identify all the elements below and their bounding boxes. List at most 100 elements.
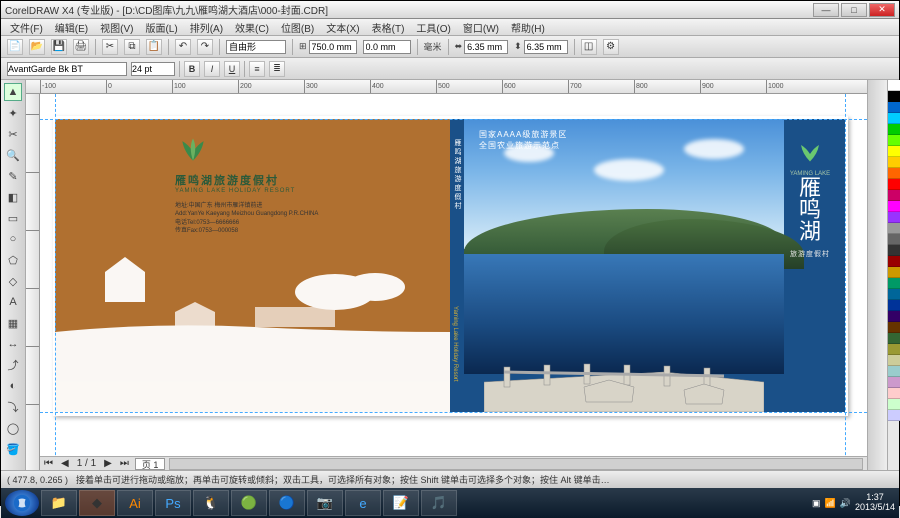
color-swatch[interactable] [888, 168, 900, 179]
task-qq[interactable]: 🐧 [193, 490, 229, 516]
pos-x-field[interactable] [309, 40, 357, 54]
color-swatch[interactable] [888, 135, 900, 146]
save-icon[interactable]: 💾 [51, 39, 67, 55]
menu-view[interactable]: 视图(V) [95, 20, 138, 35]
fill-tool[interactable]: 🪣 [4, 440, 22, 458]
color-swatch[interactable] [888, 311, 900, 322]
menu-file[interactable]: 文件(F) [5, 20, 48, 35]
menu-edit[interactable]: 编辑(E) [50, 20, 93, 35]
zoom-tool[interactable]: 🔍 [4, 146, 22, 164]
shape-tool[interactable]: ✦ [4, 104, 22, 122]
menu-bitmap[interactable]: 位图(B) [276, 20, 319, 35]
color-swatch[interactable] [888, 399, 900, 410]
color-swatch[interactable] [888, 146, 900, 157]
align-center-icon[interactable]: ≣ [269, 61, 285, 77]
tray-lang-icon[interactable]: ▣ [812, 498, 821, 509]
smart-fill-tool[interactable]: ◧ [4, 188, 22, 206]
snap-icon[interactable]: ◫ [581, 39, 597, 55]
color-swatch[interactable] [888, 157, 900, 168]
task-app[interactable]: 🎵 [421, 490, 457, 516]
task-app[interactable]: 📷 [307, 490, 343, 516]
vertical-ruler[interactable] [26, 94, 40, 470]
color-swatch[interactable] [888, 245, 900, 256]
tray-clock[interactable]: 1:37 2013/5/14 [855, 493, 895, 513]
guide-line[interactable] [55, 94, 56, 470]
docker-collapsed[interactable] [867, 80, 887, 470]
tray-net-icon[interactable]: 📶 [825, 498, 836, 509]
maximize-button[interactable]: □ [841, 3, 867, 17]
nudge-x-field[interactable] [464, 40, 508, 54]
start-button[interactable] [5, 490, 39, 516]
task-explorer[interactable]: 📁 [41, 490, 77, 516]
color-swatch[interactable] [888, 278, 900, 289]
align-left-icon[interactable]: ≡ [249, 61, 265, 77]
pick-tool[interactable]: ▲ [4, 83, 22, 101]
underline-icon[interactable]: U [224, 61, 240, 77]
task-app[interactable]: 🔵 [269, 490, 305, 516]
color-swatch[interactable] [888, 102, 900, 113]
connector-tool[interactable]: ⤴ [4, 356, 22, 374]
color-swatch[interactable] [888, 179, 900, 190]
artwork-spread[interactable]: 雁鸣湖旅游度假村 YAMING LAKE HOLIDAY RESORT 地址:中… [55, 119, 845, 412]
crop-tool[interactable]: ✂ [4, 125, 22, 143]
font-family-field[interactable] [7, 62, 127, 76]
color-swatch[interactable] [888, 267, 900, 278]
guide-line[interactable] [40, 412, 867, 413]
color-swatch[interactable] [888, 300, 900, 311]
color-swatch[interactable] [888, 289, 900, 300]
task-app[interactable]: 🟢 [231, 490, 267, 516]
color-swatch[interactable] [888, 234, 900, 245]
interactive-tool[interactable]: ◐ [4, 377, 22, 395]
menu-tools[interactable]: 工具(O) [411, 20, 455, 35]
redo-icon[interactable]: ↷ [197, 39, 213, 55]
color-swatch[interactable] [888, 355, 900, 366]
nudge-y-field[interactable] [524, 40, 568, 54]
new-icon[interactable]: 📄 [7, 39, 23, 55]
page-arrow-last[interactable]: ⏭ [116, 458, 133, 469]
menu-effects[interactable]: 效果(C) [230, 20, 274, 35]
polygon-tool[interactable]: ⬠ [4, 251, 22, 269]
task-ie[interactable]: e [345, 490, 381, 516]
italic-icon[interactable]: I [204, 61, 220, 77]
color-swatch[interactable] [888, 80, 900, 91]
guide-line[interactable] [40, 119, 867, 120]
task-ps[interactable]: Ps [155, 490, 191, 516]
menu-table[interactable]: 表格(T) [367, 20, 410, 35]
task-app[interactable]: 📝 [383, 490, 419, 516]
color-swatch[interactable] [888, 410, 900, 421]
outline-tool[interactable]: ◯ [4, 419, 22, 437]
horizontal-scrollbar[interactable] [169, 458, 863, 470]
color-swatch[interactable] [888, 190, 900, 201]
page-tab[interactable]: 页 1 [135, 458, 166, 470]
color-swatch[interactable] [888, 344, 900, 355]
page-arrow-prev[interactable]: ◀ [57, 458, 73, 469]
system-tray[interactable]: ▣ 📶 🔊 1:37 2013/5/14 [812, 493, 895, 513]
eyedropper-tool[interactable]: ⤵ [4, 398, 22, 416]
minimize-button[interactable]: — [813, 3, 839, 17]
menu-layout[interactable]: 版面(L) [140, 20, 182, 35]
color-swatch[interactable] [888, 366, 900, 377]
tray-vol-icon[interactable]: 🔊 [840, 498, 851, 509]
paste-icon[interactable]: 📋 [146, 39, 162, 55]
guide-line[interactable] [845, 94, 846, 470]
task-cdr[interactable]: ◆ [79, 490, 115, 516]
ellipse-tool[interactable]: ○ [4, 230, 22, 248]
color-swatch[interactable] [888, 124, 900, 135]
color-swatch[interactable] [888, 322, 900, 333]
cut-icon[interactable]: ✂ [102, 39, 118, 55]
color-swatch[interactable] [888, 333, 900, 344]
rectangle-tool[interactable]: ▭ [4, 209, 22, 227]
canvas[interactable]: 雁鸣湖旅游度假村 YAMING LAKE HOLIDAY RESORT 地址:中… [40, 94, 867, 470]
freehand-tool[interactable]: ✎ [4, 167, 22, 185]
options-icon[interactable]: ⚙ [603, 39, 619, 55]
menu-help[interactable]: 帮助(H) [506, 20, 550, 35]
color-swatch[interactable] [888, 377, 900, 388]
page-arrow-first[interactable]: ⏮ [40, 458, 57, 469]
menu-arrange[interactable]: 排列(A) [185, 20, 228, 35]
open-icon[interactable]: 📂 [29, 39, 45, 55]
table-tool[interactable]: ▦ [4, 314, 22, 332]
page-arrow-next[interactable]: ▶ [100, 458, 116, 469]
menu-window[interactable]: 窗口(W) [458, 20, 504, 35]
copy-icon[interactable]: ⧉ [124, 39, 140, 55]
pos-y-field[interactable] [363, 40, 411, 54]
